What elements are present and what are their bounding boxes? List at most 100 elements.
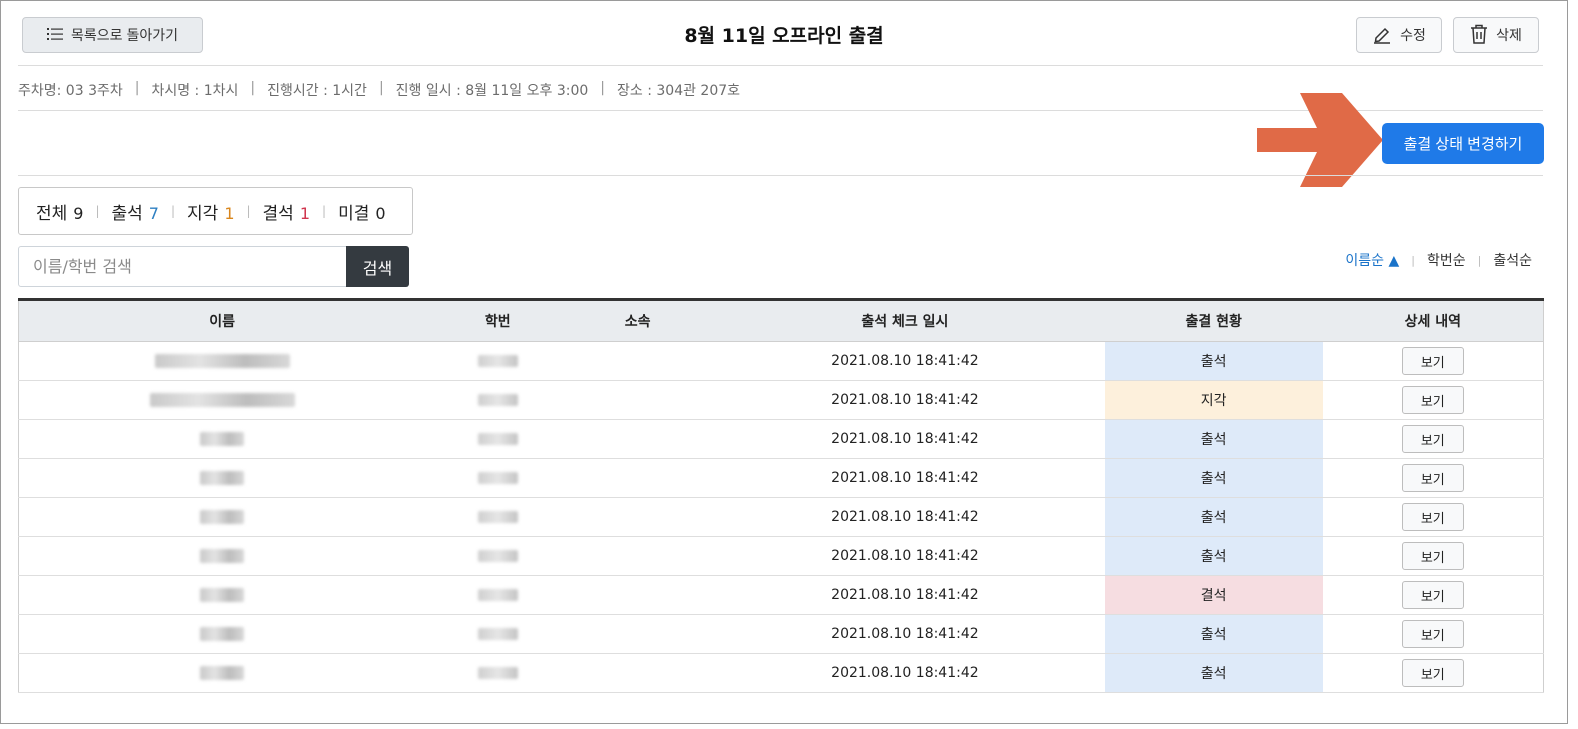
affiliation-cell [570, 380, 706, 420]
status-cell: 지각 [1104, 380, 1323, 420]
count-separator: | [170, 204, 176, 218]
sort-options: 이름순 ▲ | 학번순 | 출석순 [1345, 250, 1532, 270]
attendance-table: 이름 학번 소속 출석 체크 일시 출결 현황 상세 내역 2021.08.10… [18, 298, 1544, 693]
column-header-affiliation: 소속 [570, 298, 706, 342]
edit-label: 수정 [1400, 27, 1426, 43]
count-label: 전체 [36, 203, 68, 224]
student-id-redacted [425, 341, 571, 381]
affiliation-cell [570, 497, 706, 537]
column-header-check-time: 출석 체크 일시 [705, 298, 1105, 342]
count-separator: | [246, 204, 251, 218]
count-absent: 결석 1 [263, 199, 310, 224]
affiliation-cell [570, 575, 706, 615]
view-detail-button[interactable]: 보기 [1401, 425, 1464, 453]
table-row: 2021.08.10 18:41:42 출석 보기 [18, 536, 1544, 576]
page-title: 8월 11일 오프라인 출결 [684, 25, 884, 47]
column-header-student-id: 학번 [425, 298, 571, 342]
change-attendance-status-button[interactable]: 출결 상태 변경하기 [1382, 123, 1544, 164]
affiliation-cell [570, 653, 706, 693]
count-value: 9 [73, 203, 84, 223]
detail-cell: 보기 [1322, 614, 1544, 654]
table-row: 2021.08.10 18:41:42 출석 보기 [18, 614, 1544, 654]
affiliation-cell [570, 419, 706, 459]
meta-datetime: 진행 일시 : 8월 11일 오후 3:00 [395, 83, 589, 99]
delete-label: 삭제 [1496, 27, 1522, 43]
affiliation-cell [570, 458, 706, 498]
student-name-redacted [18, 458, 426, 498]
student-name-redacted [18, 341, 426, 381]
trash-icon [1470, 24, 1488, 47]
check-time-cell: 2021.08.10 18:41:42 [705, 497, 1105, 537]
detail-cell: 보기 [1322, 575, 1544, 615]
table-row: 2021.08.10 18:41:42 출석 보기 [18, 653, 1544, 693]
count-late: 지각 1 [187, 199, 234, 224]
view-detail-button[interactable]: 보기 [1401, 503, 1464, 531]
status-cell: 출석 [1104, 341, 1323, 381]
check-time-cell: 2021.08.10 18:41:42 [705, 575, 1105, 615]
detail-cell: 보기 [1322, 536, 1544, 576]
count-separator: | [322, 204, 327, 218]
column-header-status: 출결 현황 [1104, 298, 1323, 342]
detail-cell: 보기 [1322, 419, 1544, 459]
count-label: 지각 [187, 203, 219, 224]
student-name-redacted [18, 614, 426, 654]
session-meta: 주차명: 03 3주차 | 차시명 : 1차시 | 진행시간 : 1시간 | 진… [18, 80, 740, 100]
count-value: 1 [299, 203, 311, 223]
view-detail-button[interactable]: 보기 [1401, 386, 1464, 414]
count-total: 전체 9 [36, 199, 83, 224]
meta-location: 장소 : 304관 207호 [617, 83, 741, 99]
meta-separator: | [134, 80, 140, 96]
search-input[interactable] [18, 246, 347, 287]
pencil-icon [1372, 24, 1392, 47]
delete-button[interactable]: 삭제 [1453, 17, 1539, 53]
meta-session: 차시명 : 1차시 [151, 83, 239, 99]
detail-cell: 보기 [1322, 653, 1544, 693]
view-detail-button[interactable]: 보기 [1401, 581, 1464, 609]
affiliation-cell [570, 536, 706, 576]
view-detail-button[interactable]: 보기 [1401, 464, 1464, 492]
status-cell: 출석 [1104, 458, 1323, 498]
check-time-cell: 2021.08.10 18:41:42 [705, 614, 1105, 654]
meta-separator: | [600, 80, 605, 96]
student-name-redacted [18, 653, 426, 693]
count-separator: | [95, 204, 100, 218]
divider [18, 175, 1543, 176]
column-header-name: 이름 [18, 298, 426, 342]
student-name-redacted [18, 380, 426, 420]
sort-by-attendance[interactable]: 출석순 [1493, 250, 1532, 270]
detail-cell: 보기 [1322, 458, 1544, 498]
check-time-cell: 2021.08.10 18:41:42 [705, 341, 1105, 381]
count-label: 미결 [338, 203, 370, 224]
view-detail-button[interactable]: 보기 [1401, 659, 1464, 687]
meta-separator: | [378, 80, 384, 96]
count-undecided: 미결 0 [338, 199, 385, 224]
view-detail-button[interactable]: 보기 [1401, 620, 1464, 648]
meta-separator: | [250, 80, 256, 96]
check-time-cell: 2021.08.10 18:41:42 [705, 653, 1105, 693]
status-cell: 출석 [1104, 497, 1323, 537]
attendance-summary: 전체 9 | 출석 7 | 지각 1 | 결석 1 | 미결 0 [18, 187, 413, 235]
sort-by-student-id[interactable]: 학번순 [1427, 250, 1466, 270]
arrow-pointer-icon [1257, 93, 1383, 187]
status-cell: 결석 [1104, 575, 1323, 615]
table-row: 2021.08.10 18:41:42 지각 보기 [18, 380, 1544, 420]
meta-duration: 진행시간 : 1시간 [267, 83, 367, 99]
count-value: 1 [224, 203, 235, 223]
sort-by-name[interactable]: 이름순 ▲ [1345, 250, 1399, 270]
sort-separator: | [1477, 253, 1482, 267]
table-row: 2021.08.10 18:41:42 출석 보기 [18, 419, 1544, 459]
search-button[interactable]: 검색 [346, 246, 409, 287]
view-detail-button[interactable]: 보기 [1401, 542, 1464, 570]
edit-button[interactable]: 수정 [1356, 17, 1442, 53]
affiliation-cell [570, 614, 706, 654]
column-header-detail: 상세 내역 [1322, 298, 1544, 342]
count-label: 결석 [262, 203, 294, 224]
page-frame: 목록으로 돌아가기 8월 11일 오프라인 출결 수정 삭제 주차명: 03 3… [0, 0, 1568, 724]
table-header-row: 이름 학번 소속 출석 체크 일시 출결 현황 상세 내역 [18, 298, 1544, 342]
student-id-redacted [425, 380, 571, 420]
student-id-redacted [425, 575, 571, 615]
count-value: 7 [148, 203, 159, 223]
view-detail-button[interactable]: 보기 [1401, 347, 1464, 375]
divider [18, 65, 1543, 66]
student-id-redacted [425, 497, 571, 537]
